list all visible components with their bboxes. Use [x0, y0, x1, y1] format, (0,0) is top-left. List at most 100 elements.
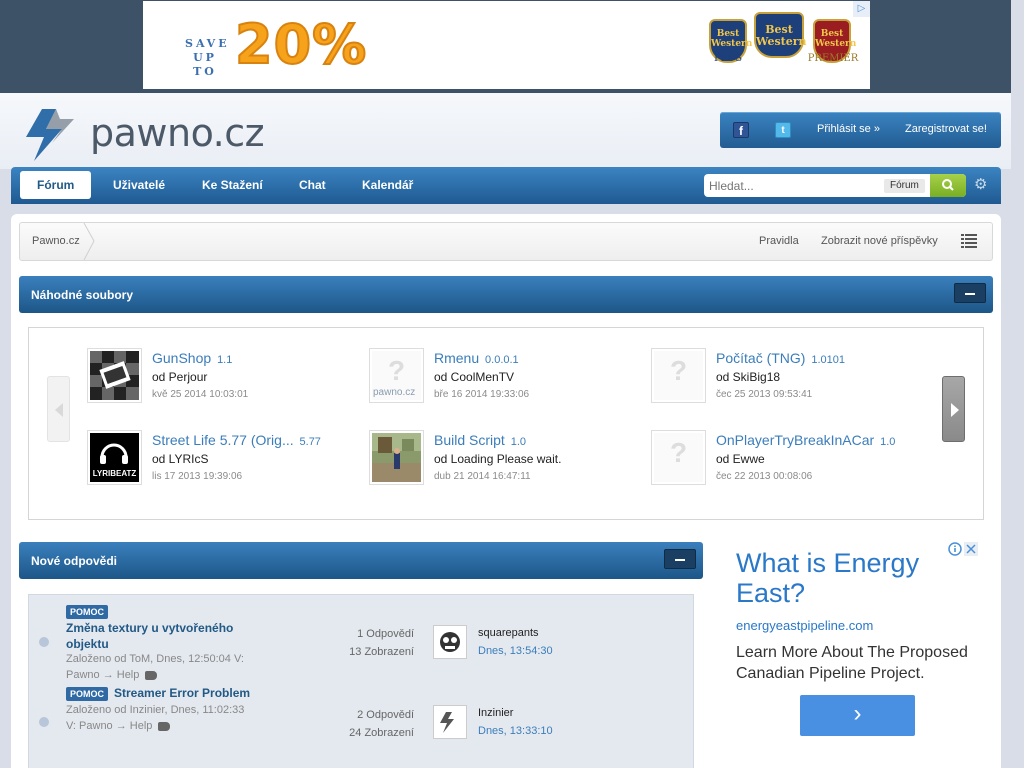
thumbnail-caption: LYRIBEATZ [93, 469, 137, 478]
random-files-header: Náhodné soubory [19, 276, 993, 313]
file-thumbnail[interactable]: ? [651, 348, 706, 403]
file-name[interactable]: Rmenu 0.0.0.1 [434, 350, 519, 366]
gear-icon[interactable]: ⚙ [974, 177, 990, 193]
carousel-prev-button[interactable] [47, 376, 70, 442]
collapse-random-files-button[interactable] [954, 283, 986, 303]
search-input[interactable] [709, 177, 879, 194]
tab-calendar[interactable]: Kalendář [350, 171, 425, 199]
file-date: lis 17 2013 19:39:06 [152, 471, 243, 482]
ad-premier-label: PREMIER [807, 53, 859, 64]
file-name[interactable]: Build Script 1.0 [434, 432, 526, 448]
file-name[interactable]: GunShop 1.1 [152, 350, 232, 366]
pawno-logo-icon[interactable] [22, 107, 78, 163]
file-author[interactable]: od Ewwe [716, 452, 765, 466]
topic-stats: 1 Odpovědí 13 Zobrazení [319, 625, 414, 661]
file-version: 1.0101 [811, 354, 846, 366]
tab-downloads[interactable]: Ke Stažení [190, 171, 275, 199]
breadcrumb: Pawno.cz Pravidla Zobrazit nové příspěvk… [19, 222, 993, 261]
random-files-title: Náhodné soubory [31, 288, 134, 302]
pawno-avatar-icon [440, 712, 454, 733]
file-author[interactable]: od CoolMenTV [434, 370, 514, 384]
new-replies-title: Nové odpovědi [31, 554, 118, 568]
side-ad-body[interactable]: Learn More About The Proposed Canadian P… [736, 642, 986, 684]
tab-users[interactable]: Uživatelé [101, 171, 177, 199]
file-name[interactable]: Počítač (TNG) 1.0101 [716, 350, 845, 366]
tab-forum[interactable]: Fórum [20, 171, 92, 199]
file-date: čec 25 2013 09:53:41 [716, 389, 813, 400]
site-header: pawno.cz f t Přihlásit se » Zaregistrova… [0, 93, 1011, 169]
collapse-new-replies-button[interactable] [664, 549, 696, 569]
facebook-icon[interactable]: f [733, 122, 749, 138]
topic-prefix-badge[interactable]: POMOC [66, 605, 109, 619]
file-thumbnail[interactable]: ? pawno.cz [369, 348, 424, 403]
file-item[interactable]: LYRIBEATZ Street Life 5.77 (Orig... 5.77… [87, 430, 367, 492]
file-name[interactable]: Street Life 5.77 (Orig... 5.77 [152, 432, 321, 448]
topic-prefix-badge[interactable]: POMOC [66, 687, 109, 701]
topic-row: POMOC Změna textury u vytvořeného objektu… [29, 595, 695, 681]
search-icon [942, 179, 954, 191]
avatar[interactable] [433, 705, 467, 739]
new-posts-link[interactable]: Zobrazit nové příspěvky [821, 235, 938, 247]
random-files-panel: GunShop 1.1 od Perjour kvě 25 2014 10:03… [28, 327, 984, 520]
twitter-icon[interactable]: t [775, 122, 791, 138]
file-thumbnail[interactable]: LYRIBEATZ [87, 430, 142, 485]
file-version: 1.1 [217, 354, 233, 366]
site-logo-text[interactable]: pawno.cz [90, 111, 265, 155]
unread-dot-icon [39, 637, 49, 647]
search-button[interactable] [930, 174, 966, 197]
file-item[interactable]: ? OnPlayerTryBreakInACar 1.0 od Ewwe čec… [651, 430, 931, 492]
file-item[interactable]: ? Počítač (TNG) 1.0101 od SkiBig18 čec 2… [651, 348, 931, 410]
file-author[interactable]: od Loading Please wait. [434, 452, 561, 466]
register-link[interactable]: Zaregistrovat se! [905, 123, 987, 135]
side-ad-go-button[interactable]: › [800, 695, 915, 736]
file-item[interactable]: ? pawno.cz Rmenu 0.0.0.1 od CoolMenTV bře… [369, 348, 649, 410]
view-count: 24 Zobrazení [349, 727, 414, 739]
file-author[interactable]: od LYRIcS [152, 452, 208, 466]
chevron-left-icon [55, 403, 63, 417]
unread-dot-icon [39, 717, 49, 727]
tag-icon[interactable] [158, 721, 171, 731]
top-ad-band: SAVE UP TO 20% Best Western PLUS Best We… [0, 0, 1011, 93]
topic-title[interactable]: Streamer Error Problem [114, 685, 250, 701]
last-post-date[interactable]: Dnes, 13:33:10 [478, 725, 553, 737]
side-ad[interactable]: What is Energy East? energyeastpipeline.… [736, 542, 991, 768]
file-author[interactable]: od SkiBig18 [716, 370, 780, 384]
headphones-thumbnail-icon: LYRIBEATZ [90, 433, 139, 482]
file-name[interactable]: OnPlayerTryBreakInACar 1.0 [716, 432, 895, 448]
tab-chat[interactable]: Chat [287, 171, 338, 199]
topic-title[interactable]: Změna textury u vytvořeného objektu [66, 620, 233, 652]
last-post-user[interactable]: squarepants [478, 627, 539, 639]
login-link[interactable]: Přihlásit se » [817, 123, 880, 135]
search-box: Fórum [704, 174, 966, 197]
gunshop-thumbnail [90, 351, 139, 400]
reply-count: 1 Odpovědí [357, 628, 414, 640]
topic-meta: Založeno od Inzinier, Dnes, 11:02:33 V: P… [66, 704, 245, 732]
last-post-date[interactable]: Dnes, 13:54:30 [478, 645, 553, 657]
search-scope[interactable]: Fórum [884, 179, 925, 193]
ad-banner[interactable]: SAVE UP TO 20% Best Western PLUS Best We… [143, 1, 870, 89]
main-nav: Fórum Uživatelé Ke Stažení Chat Kalendář… [11, 167, 1001, 204]
last-post-user[interactable]: Inzinier [478, 707, 513, 719]
carousel-next-button[interactable] [942, 376, 965, 442]
reply-count: 2 Odpovědí [357, 709, 414, 721]
avatar[interactable] [433, 625, 467, 659]
file-version: 1.0 [510, 436, 526, 448]
placeholder-image-icon: ? [654, 433, 703, 482]
ad-choices-icon[interactable] [948, 542, 978, 556]
file-thumbnail[interactable] [87, 348, 142, 403]
side-ad-headline[interactable]: What is Energy East? [736, 548, 936, 608]
ad-choices-icon[interactable]: ▷ [853, 1, 870, 17]
file-thumbnail[interactable]: ? [651, 430, 706, 485]
file-version: 5.77 [299, 436, 321, 448]
file-item[interactable]: GunShop 1.1 od Perjour kvě 25 2014 10:03… [87, 348, 367, 410]
chevron-right-icon [951, 403, 959, 417]
file-date: čec 22 2013 00:08:06 [716, 471, 813, 482]
side-ad-url[interactable]: energyeastpipeline.com [736, 618, 873, 633]
rules-link[interactable]: Pravidla [759, 235, 799, 247]
file-author[interactable]: od Perjour [152, 370, 207, 384]
file-thumbnail[interactable] [369, 430, 424, 485]
breadcrumb-home[interactable]: Pawno.cz [20, 223, 92, 260]
ad-save-text: SAVE UP TO [185, 37, 230, 78]
list-view-icon[interactable] [961, 234, 977, 248]
file-item[interactable]: Build Script 1.0 od Loading Please wait.… [369, 430, 649, 492]
